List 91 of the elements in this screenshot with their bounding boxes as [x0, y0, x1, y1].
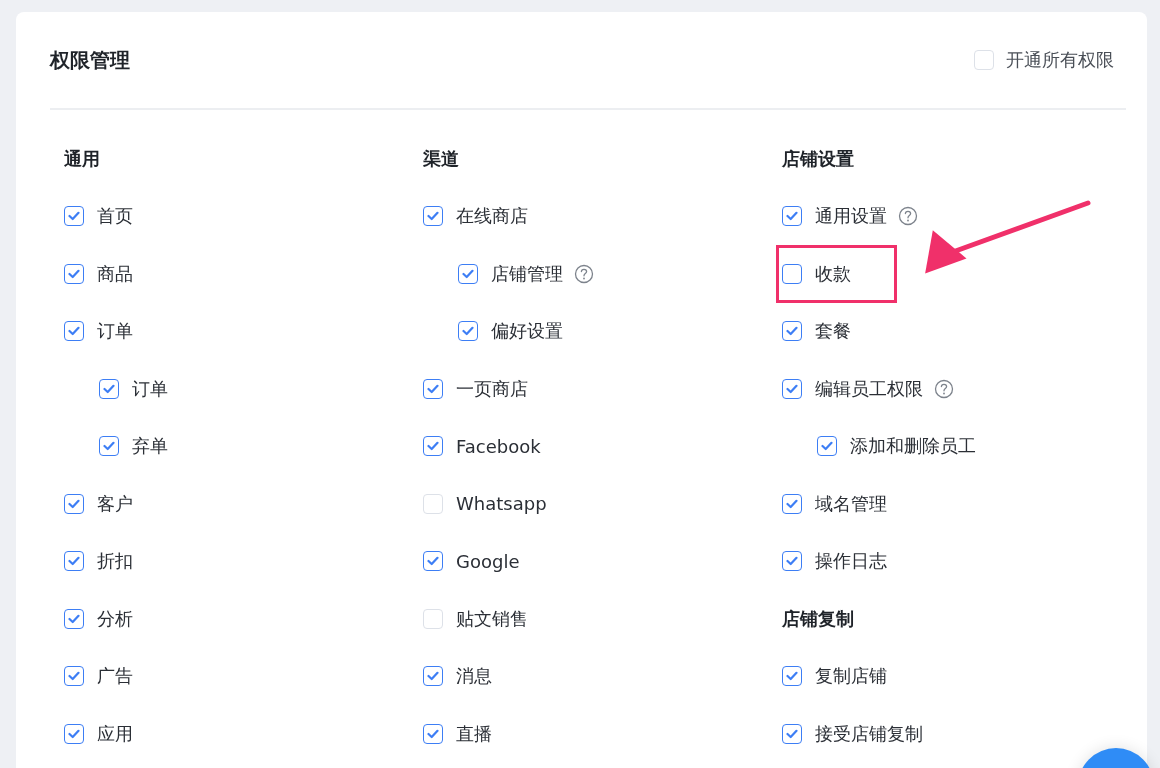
check-icon — [786, 556, 798, 567]
permission-label: 编辑员工权限 — [815, 376, 923, 401]
permission-label: 添加和删除员工 — [850, 434, 976, 459]
check-icon — [427, 211, 439, 222]
checkbox[interactable] — [782, 493, 802, 514]
check-icon — [68, 268, 80, 279]
permission-label: 广告 — [97, 664, 133, 689]
permission-label: 应用 — [97, 721, 133, 746]
checkbox[interactable] — [99, 436, 119, 457]
check-icon — [68, 498, 80, 509]
permission-label: 店铺管理 — [491, 261, 563, 286]
permission-label: 偏好设置 — [491, 319, 563, 344]
check-icon — [427, 383, 439, 394]
checkbox[interactable] — [782, 378, 802, 399]
permission-label: Google — [456, 550, 520, 572]
check-icon — [786, 728, 798, 739]
permission-label: 在线商店 — [456, 204, 528, 229]
checkbox[interactable] — [782, 723, 802, 744]
checkbox[interactable] — [782, 551, 802, 572]
permission-label: 商品 — [97, 261, 133, 286]
checkbox[interactable] — [423, 666, 443, 687]
section-title: 渠道 — [423, 146, 460, 171]
check-icon — [462, 268, 474, 279]
check-icon — [786, 671, 798, 682]
checkbox[interactable] — [64, 321, 84, 342]
check-icon — [68, 211, 80, 222]
permission-label: 复制店铺 — [815, 664, 887, 689]
permission-label: 一页商店 — [456, 376, 528, 401]
check-icon — [68, 728, 80, 739]
checkbox[interactable] — [423, 436, 443, 457]
section-title: 店铺复制 — [782, 606, 855, 631]
check-icon — [427, 671, 439, 682]
permission-label: 消息 — [456, 664, 492, 689]
card-title: 权限管理 — [50, 46, 130, 74]
permission-label: 贴文销售 — [456, 606, 528, 631]
permission-label: 折扣 — [97, 549, 133, 574]
checkbox[interactable] — [64, 666, 84, 687]
permission-label: 弃单 — [132, 434, 168, 459]
section-title: 店铺设置 — [782, 146, 855, 171]
checkbox[interactable] — [64, 551, 84, 572]
checkbox[interactable] — [64, 493, 84, 514]
checkbox[interactable] — [64, 206, 84, 227]
permission-label: 通用设置 — [815, 204, 887, 229]
help-icon[interactable] — [574, 263, 594, 284]
checkbox[interactable] — [782, 321, 802, 342]
checkbox[interactable] — [99, 378, 119, 399]
check-icon — [786, 498, 798, 509]
checkbox[interactable] — [64, 263, 84, 284]
check-icon — [786, 383, 798, 394]
permission-label: 收款 — [815, 261, 851, 286]
checkbox[interactable] — [64, 608, 84, 629]
check-icon — [68, 326, 80, 337]
permission-label: 域名管理 — [815, 491, 887, 516]
checkbox[interactable] — [782, 206, 802, 227]
permission-label: 首页 — [97, 204, 133, 229]
check-icon — [786, 326, 798, 337]
check-icon — [68, 671, 80, 682]
permission-label: 操作日志 — [815, 549, 887, 574]
checkbox[interactable] — [423, 551, 443, 572]
check-icon — [462, 326, 474, 337]
help-icon[interactable] — [898, 206, 918, 227]
checkbox[interactable] — [458, 263, 478, 284]
checkbox[interactable] — [782, 263, 802, 284]
check-icon — [68, 613, 80, 624]
check-icon — [427, 728, 439, 739]
grant-all-label: 开通所有权限 — [1006, 48, 1114, 72]
section-title: 通用 — [64, 146, 101, 171]
check-icon — [103, 441, 115, 452]
checkbox[interactable] — [423, 378, 443, 399]
permission-label: 套餐 — [815, 319, 851, 344]
permission-label: Facebook — [456, 435, 541, 457]
permission-label: Whatsapp — [456, 493, 547, 515]
permission-label: 客户 — [97, 491, 133, 516]
checkbox[interactable] — [817, 436, 837, 457]
check-icon — [103, 383, 115, 394]
checkbox[interactable] — [423, 723, 443, 744]
check-icon — [786, 211, 798, 222]
checkbox[interactable] — [64, 723, 84, 744]
permission-label: 订单 — [132, 376, 168, 401]
check-icon — [427, 441, 439, 452]
permission-label: 分析 — [97, 606, 133, 631]
permission-label: 订单 — [97, 319, 133, 344]
permission-label: 接受店铺复制 — [815, 721, 923, 746]
checkbox[interactable] — [782, 666, 802, 687]
permission-label: 直播 — [456, 721, 492, 746]
checkbox[interactable] — [423, 206, 443, 227]
check-icon — [821, 441, 833, 452]
help-icon[interactable] — [934, 378, 954, 399]
check-icon — [68, 556, 80, 567]
checkbox[interactable] — [458, 321, 478, 342]
check-icon — [427, 556, 439, 567]
